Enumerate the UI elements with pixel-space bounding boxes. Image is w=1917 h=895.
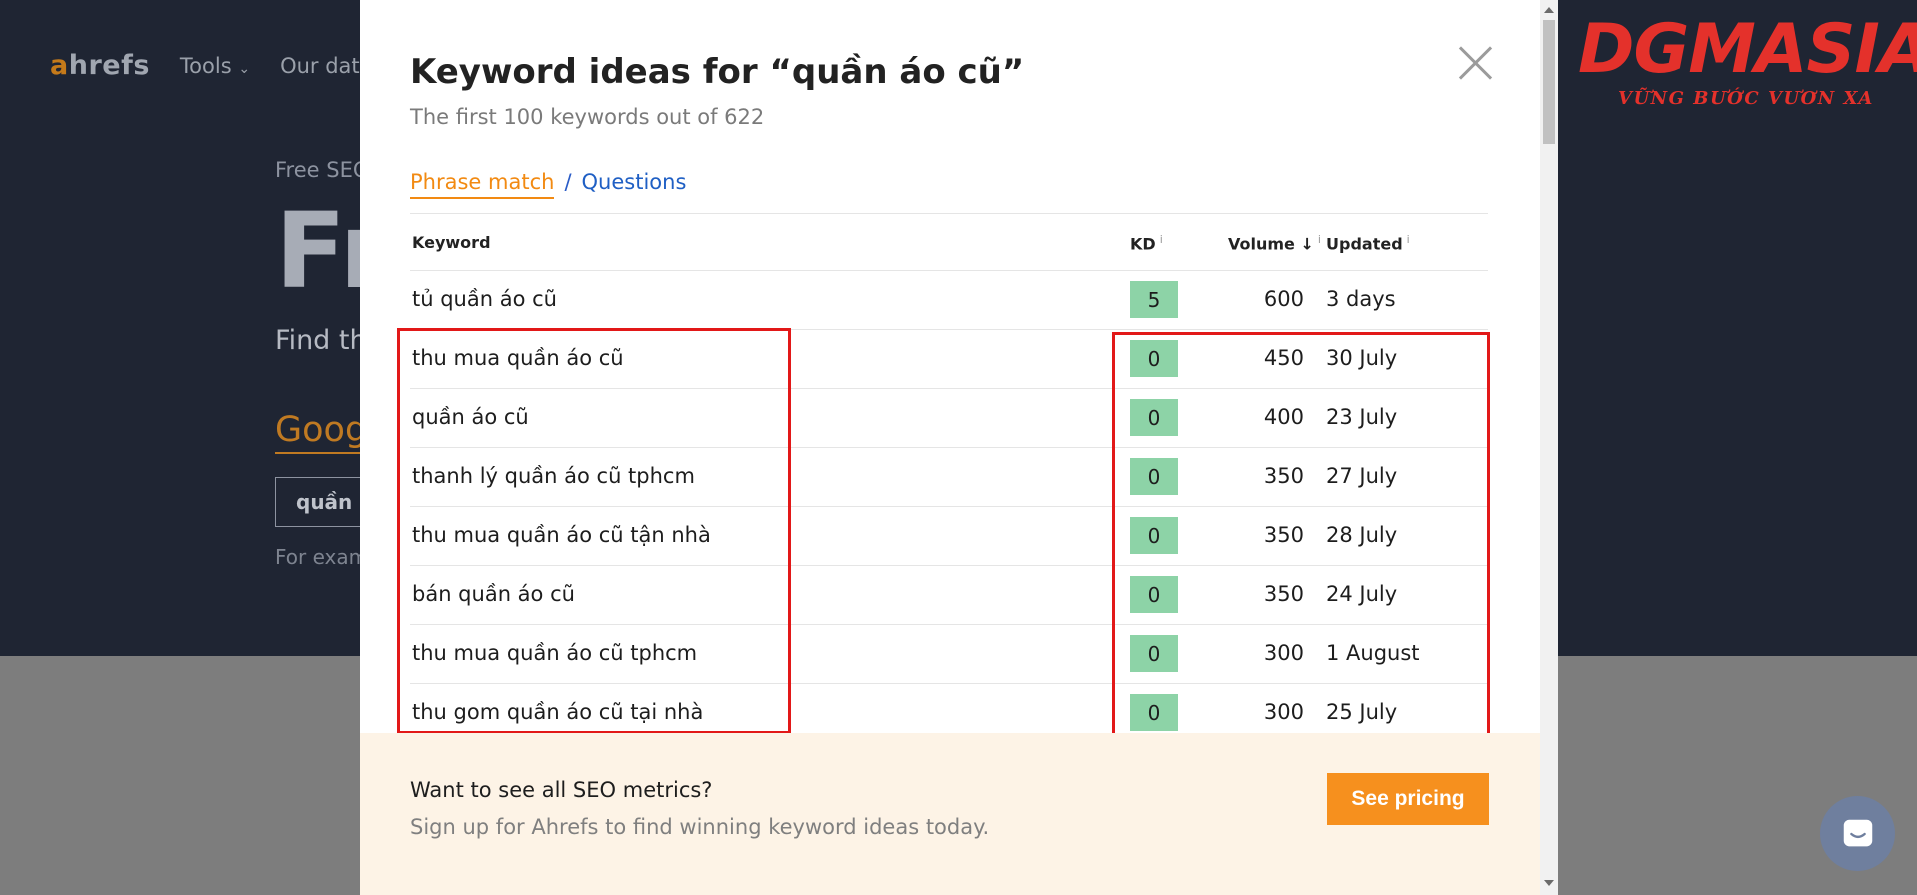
tabs: Phrase match / Questions: [410, 170, 686, 199]
brand-slogan: VỮNG BƯỚC VƯƠN XA: [1618, 88, 1874, 109]
upsell-footer: Want to see all SEO metrics? Sign up for…: [360, 733, 1540, 895]
nav-tools: Tools ⌄: [179, 53, 251, 78]
background-example-text: For exam: [275, 545, 369, 569]
see-pricing-button[interactable]: See pricing: [1327, 773, 1489, 825]
scroll-down-icon[interactable]: [1544, 880, 1554, 886]
chat-icon: [1843, 819, 1872, 846]
info-icon[interactable]: i: [1318, 233, 1321, 246]
dgmasia-logo: DGMASIA VỮNG BƯỚC VƯƠN XA: [1570, 4, 1917, 116]
background-free-label: Free SEC: [275, 158, 368, 182]
column-volume[interactable]: Volume ↓ i: [1228, 233, 1321, 253]
close-icon[interactable]: [1458, 45, 1494, 81]
keyword-cell: tủ quần áo cũ: [412, 287, 557, 311]
footer-subtext: Sign up for Ahrefs to find winning keywo…: [410, 815, 990, 839]
brand-name: DGMASIA: [1578, 10, 1917, 89]
chat-button[interactable]: [1820, 796, 1895, 871]
updated-cell: 3 days: [1326, 287, 1396, 311]
info-icon[interactable]: i: [1407, 233, 1410, 246]
column-updated[interactable]: Updated i: [1326, 233, 1410, 253]
footer-question: Want to see all SEO metrics?: [410, 778, 713, 802]
metrics-highlight-box: [1112, 332, 1490, 737]
modal-subtitle: The first 100 keywords out of 622: [410, 105, 765, 129]
modal-title: Keyword ideas for “quần áo cũ”: [410, 52, 1025, 92]
chevron-down-icon: ⌄: [238, 60, 251, 77]
tab-separator: /: [564, 170, 572, 194]
tab-questions[interactable]: Questions: [582, 170, 687, 194]
sort-arrow-icon: ↓: [1300, 234, 1314, 254]
scroll-up-icon[interactable]: [1544, 7, 1554, 13]
background-nav: ahrefs Tools ⌄ Our dat: [50, 50, 360, 81]
column-kd[interactable]: KD i: [1130, 233, 1163, 253]
volume-cell: 600: [1263, 287, 1304, 311]
scrollbar-thumb[interactable]: [1543, 20, 1555, 144]
kd-badge: 5: [1130, 281, 1178, 318]
ahrefs-logo: ahrefs: [50, 50, 150, 81]
scrollbar[interactable]: [1540, 0, 1558, 895]
table-row: tủ quần áo cũ 5 600 3 days: [410, 271, 1488, 330]
keyword-highlight-box: [397, 328, 791, 734]
tab-phrase-match[interactable]: Phrase match: [410, 170, 555, 199]
table-header: Keyword KD i Volume ↓ i Updated i: [410, 213, 1488, 271]
keyword-ideas-modal: Keyword ideas for “quần áo cũ” The first…: [360, 0, 1540, 895]
nav-our-data: Our dat: [280, 53, 360, 78]
background-find-text: Find th: [275, 325, 367, 356]
background-google-link: Goog: [275, 410, 368, 454]
info-icon[interactable]: i: [1160, 233, 1163, 246]
column-keyword[interactable]: Keyword: [412, 233, 491, 252]
